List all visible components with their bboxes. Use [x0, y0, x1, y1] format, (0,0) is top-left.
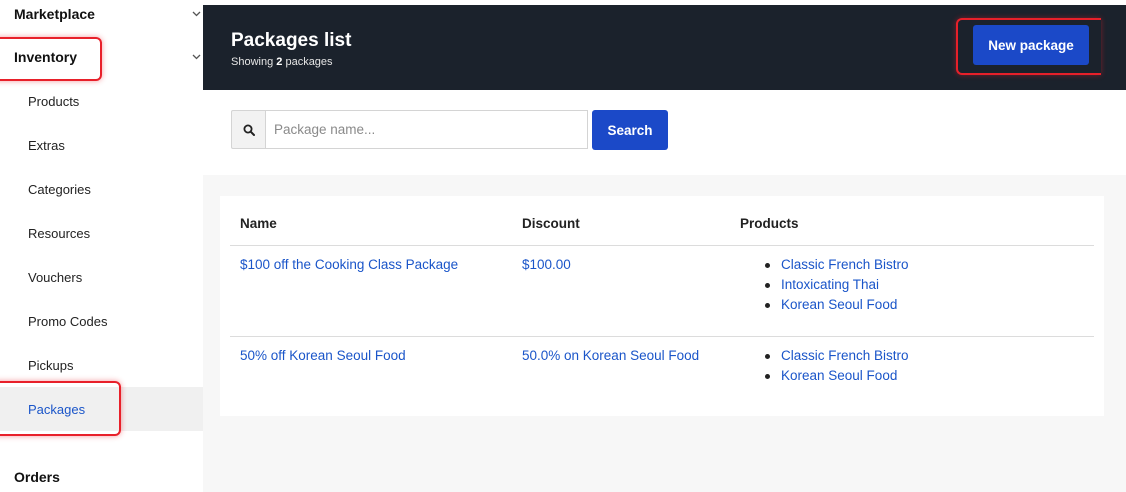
app: Marketplace Inventory Products Extras Ca… [0, 0, 1126, 492]
search-button[interactable]: Search [592, 110, 668, 150]
page-title: Packages list [231, 30, 352, 51]
sidebar-item-products[interactable]: Products [0, 79, 203, 123]
packages-table: Name Discount Products $100 off the Cook… [220, 196, 1104, 416]
sidebar-item-vouchers[interactable]: Vouchers [0, 255, 203, 299]
chevron-down-icon [191, 52, 201, 62]
sidebar-item-categories[interactable]: Categories [0, 167, 203, 211]
search-bar: Search [203, 90, 1126, 175]
product-list: Classic French Bistro Intoxicating Thai … [761, 255, 909, 315]
sidebar-section-inventory[interactable]: Inventory [0, 43, 203, 71]
package-discount-link[interactable]: 50.0% on Korean Seoul Food [522, 348, 699, 363]
product-list: Classic French Bistro Korean Seoul Food [761, 346, 909, 386]
sidebar-section-orders[interactable]: Orders [0, 463, 203, 491]
search-input[interactable] [265, 110, 588, 149]
sidebar-item-label: Packages [28, 401, 86, 417]
sidebar-item-label: Vouchers [28, 269, 83, 285]
subtitle-suffix: packages [285, 56, 333, 68]
column-header-name: Name [240, 216, 277, 231]
sidebar-section-label: Marketplace [14, 6, 95, 22]
column-header-products: Products [740, 216, 799, 231]
row-divider [230, 336, 1094, 337]
sidebar-item-resources[interactable]: Resources [0, 211, 203, 255]
sidebar-item-label: Resources [28, 225, 91, 241]
search-icon [231, 110, 265, 149]
sidebar-section-marketplace[interactable]: Marketplace [0, 0, 203, 28]
header-divider [230, 245, 1094, 246]
search-group [231, 110, 588, 149]
sidebar-item-label: Products [28, 93, 80, 109]
column-header-discount: Discount [522, 216, 580, 231]
sidebar: Marketplace Inventory Products Extras Ca… [0, 0, 203, 492]
package-name-link[interactable]: 50% off Korean Seoul Food [240, 348, 406, 363]
sidebar-item-label: Promo Codes [28, 313, 108, 329]
package-name-link[interactable]: $100 off the Cooking Class Package [240, 257, 458, 272]
sidebar-item-label: Extras [28, 137, 65, 153]
product-link[interactable]: Classic French Bistro [761, 346, 909, 366]
product-link[interactable]: Classic French Bistro [761, 255, 909, 275]
sidebar-item-packages[interactable]: Packages [0, 387, 203, 431]
sidebar-item-label: Categories [28, 181, 91, 197]
sidebar-section-label: Inventory [14, 49, 78, 65]
page-subtitle: Showing 2 packages [231, 56, 333, 68]
sidebar-item-label: Pickups [28, 357, 74, 373]
package-count: 2 [276, 56, 283, 68]
product-link[interactable]: Korean Seoul Food [761, 366, 909, 386]
new-package-button[interactable]: New package [973, 25, 1089, 65]
main-content: Packages list Showing 2 packages New pac… [203, 0, 1126, 492]
product-link[interactable]: Intoxicating Thai [761, 275, 909, 295]
chevron-down-icon [191, 9, 201, 19]
product-link[interactable]: Korean Seoul Food [761, 295, 909, 315]
sidebar-item-extras[interactable]: Extras [0, 123, 203, 167]
subtitle-prefix: Showing [231, 56, 274, 68]
sidebar-item-promo-codes[interactable]: Promo Codes [0, 299, 203, 343]
sidebar-item-pickups[interactable]: Pickups [0, 343, 203, 387]
package-discount-link[interactable]: $100.00 [522, 257, 571, 272]
page-header: Packages list Showing 2 packages New pac… [203, 5, 1126, 90]
sidebar-section-label: Orders [14, 469, 60, 485]
